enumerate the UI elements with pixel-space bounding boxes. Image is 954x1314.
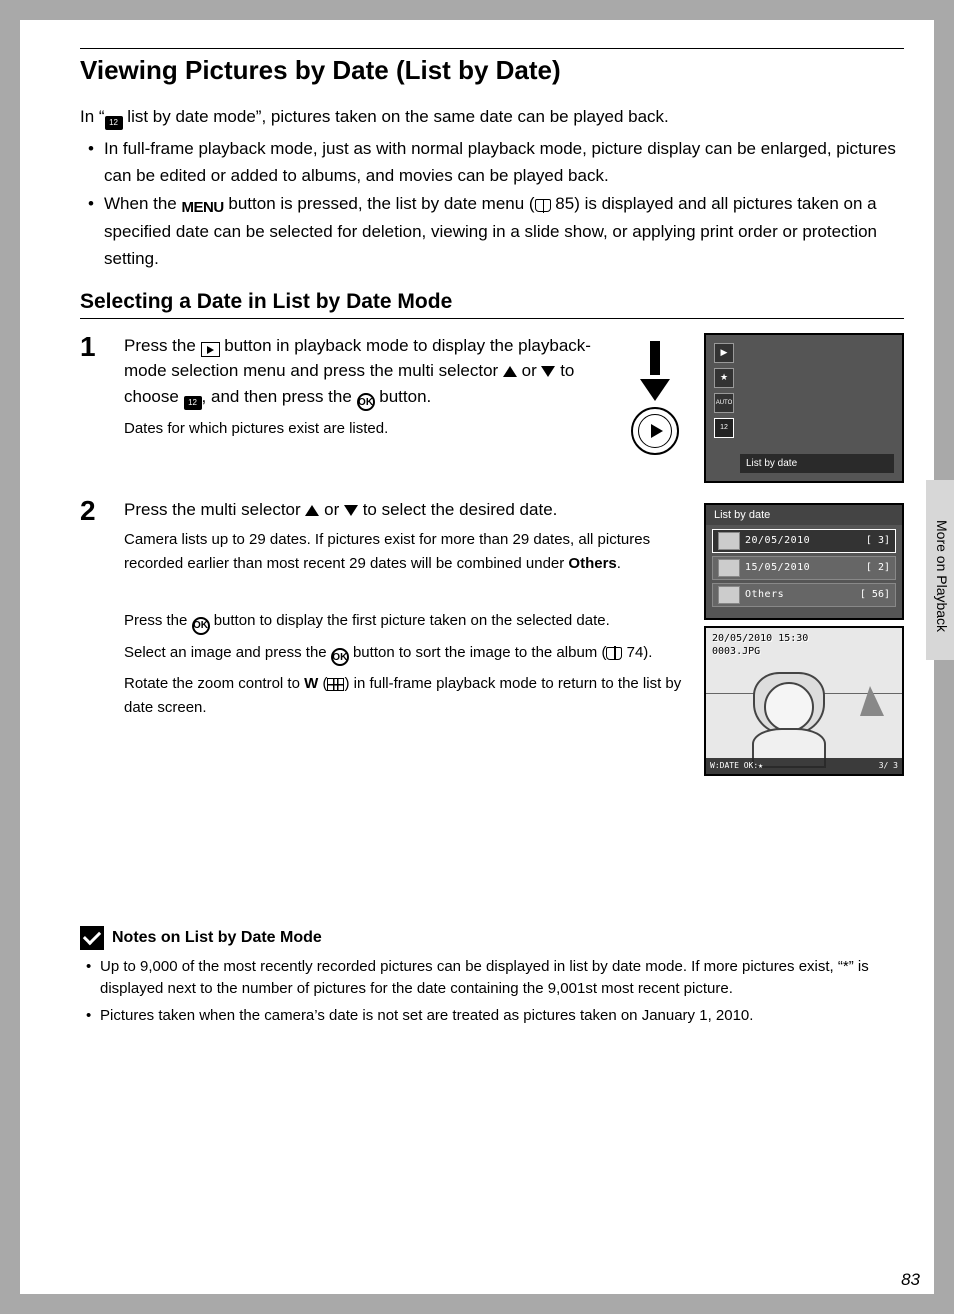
thumbnail-icon <box>327 678 344 691</box>
playback-mode-icon: ▶ <box>714 343 734 363</box>
favorite-mode-icon: ★ <box>714 368 734 388</box>
step-1: 1 Press the button in playback mode to d… <box>80 333 904 483</box>
step-2-text: Press the multi selector or to select th… <box>124 497 690 523</box>
lcd-date-list: List by date 20/05/2010 [ 3] 15/05/2010 … <box>704 503 904 620</box>
playback-icon <box>201 342 220 357</box>
list-by-date-icon: 12 <box>714 418 734 438</box>
lcd-menu: ▶ ★ AUTO 12 List by date <box>704 333 904 483</box>
lcd-photo: 20/05/2010 15:30 0003.JPG W:DATE OK:★ 3/… <box>704 626 904 776</box>
step-2-p3: Select an image and press the OK button … <box>124 641 690 667</box>
button-illustration <box>620 333 690 463</box>
calendar-icon: 12 <box>184 396 202 410</box>
date-row: 20/05/2010 [ 3] <box>712 529 896 553</box>
book-icon <box>606 647 622 660</box>
bullet-list: In full-frame playback mode, just as wit… <box>80 136 904 272</box>
list-item: Up to 9,000 of the most recently recorde… <box>80 956 904 1001</box>
ok-icon: OK <box>192 617 210 635</box>
list-item: When the MENU button is pressed, the lis… <box>80 191 904 272</box>
down-icon <box>344 505 358 516</box>
list-item: Pictures taken when the camera’s date is… <box>80 1005 904 1028</box>
step-2: 2 Press the multi selector or to select … <box>80 497 904 776</box>
menu-icon: MENU <box>182 196 224 219</box>
date-row: 15/05/2010 [ 2] <box>712 556 896 580</box>
ok-icon: OK <box>331 648 349 666</box>
thumbnail-icon <box>718 559 740 577</box>
photo-meta: 20/05/2010 15:30 0003.JPG <box>712 632 808 658</box>
up-icon <box>305 505 319 516</box>
page-title: Viewing Pictures by Date (List by Date) <box>80 55 904 86</box>
list-item: In full-frame playback mode, just as wit… <box>80 136 904 189</box>
thumbnail-icon <box>718 586 740 604</box>
down-icon <box>541 366 555 377</box>
subheading: Selecting a Date in List by Date Mode <box>80 290 904 314</box>
step-1-text: Press the button in playback mode to dis… <box>124 333 606 412</box>
page-number: 83 <box>901 1270 920 1290</box>
step-number: 2 <box>80 497 110 525</box>
step-2-note: Camera lists up to 29 dates. If pictures… <box>124 528 690 575</box>
notes-section: Notes on List by Date Mode Up to 9,000 o… <box>80 926 904 1028</box>
book-icon <box>535 199 551 212</box>
auto-sort-icon: AUTO <box>714 393 734 413</box>
manual-page: Viewing Pictures by Date (List by Date) … <box>20 20 934 1294</box>
step-2-p2: Press the OK button to display the first… <box>124 609 690 635</box>
up-icon <box>503 366 517 377</box>
side-label: More on Playback <box>934 520 950 632</box>
photo-footer: W:DATE OK:★ 3/ 3 <box>706 758 902 774</box>
notes-heading: Notes on List by Date Mode <box>112 929 322 947</box>
ok-icon: OK <box>357 393 375 411</box>
photo-scene <box>706 658 902 758</box>
menu-selection-label: List by date <box>740 454 894 473</box>
date-row: Others [ 56] <box>712 583 896 607</box>
check-icon <box>80 926 104 950</box>
calendar-icon: 12 <box>105 116 123 130</box>
step-number: 1 <box>80 333 110 361</box>
step-1-note: Dates for which pictures exist are liste… <box>124 417 606 440</box>
intro: In “12 list by date mode”, pictures take… <box>80 104 904 130</box>
step-2-p4: Rotate the zoom control to W () in full-… <box>124 672 690 719</box>
thumbnail-icon <box>718 532 740 550</box>
date-list-header: List by date <box>706 505 902 525</box>
